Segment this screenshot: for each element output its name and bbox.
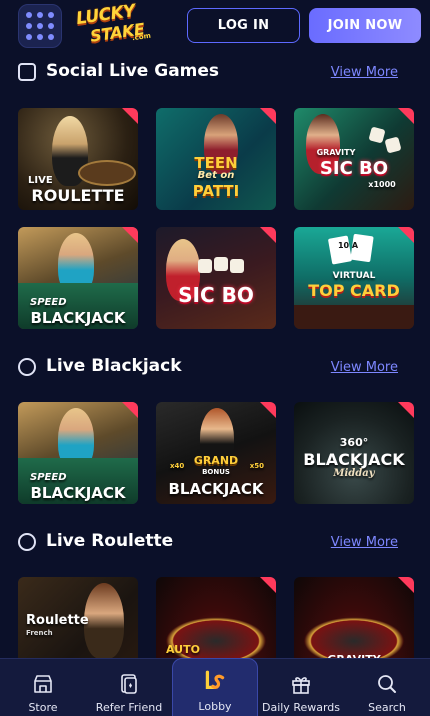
menu-dot bbox=[26, 34, 32, 40]
nav-label: Search bbox=[368, 701, 406, 714]
top-header: LUCKY STAKE .com LOG IN JOIN NOW bbox=[0, 0, 430, 50]
section-title: Social Live Games bbox=[46, 61, 220, 81]
live-badge bbox=[398, 108, 414, 124]
game-label-main: PATTI bbox=[192, 182, 240, 200]
game-label-main: BLACKJACK bbox=[168, 480, 264, 498]
game-label-small: VIRTUAL bbox=[332, 271, 376, 281]
game-tile-speed-blackjack[interactable]: SPEED BLACKJACK bbox=[18, 227, 138, 329]
menu-grid-button[interactable] bbox=[18, 4, 62, 48]
nav-item-refer-friend[interactable]: Refer Friend bbox=[86, 659, 172, 716]
view-more-link[interactable]: View More bbox=[331, 65, 398, 80]
view-more-link[interactable]: View More bbox=[331, 535, 398, 550]
section-title: Live Roulette bbox=[46, 531, 174, 551]
nav-item-daily-rewards[interactable]: Daily Rewards bbox=[258, 659, 344, 716]
menu-dot bbox=[37, 12, 43, 18]
card-values-label: 10 A bbox=[337, 241, 359, 250]
live-badge bbox=[122, 108, 138, 124]
login-button[interactable]: LOG IN bbox=[187, 8, 300, 43]
game-tile-virtual-top-card[interactable]: 10 A VIRTUAL TOP CARD bbox=[294, 227, 414, 329]
game-tile-360-blackjack-midday[interactable]: 360° BLACKJACK Midday bbox=[294, 402, 414, 504]
refer-friend-icon bbox=[121, 674, 137, 694]
game-label-small: LIVE bbox=[28, 175, 53, 186]
game-tile-live-roulette[interactable]: LIVE ROULETTE bbox=[18, 108, 138, 210]
game-label-main: BLACKJACK bbox=[303, 450, 405, 469]
dice-graphic bbox=[368, 126, 386, 144]
game-label-main: BLACKJACK bbox=[30, 309, 126, 327]
nav-item-search[interactable]: Search bbox=[344, 659, 430, 716]
game-label-main: Roulette bbox=[26, 613, 89, 628]
nav-item-lobby[interactable]: Lobby bbox=[172, 658, 258, 716]
cards-icon bbox=[18, 63, 36, 81]
game-label-main: SIC BO bbox=[319, 158, 389, 179]
game-label-bonus: BONUS bbox=[202, 468, 230, 476]
live-badge bbox=[260, 108, 276, 124]
game-label-main: SIC BO bbox=[178, 283, 254, 307]
game-label-small: GRAVITY bbox=[316, 148, 356, 157]
menu-dot bbox=[26, 12, 32, 18]
game-label-small: GRAND bbox=[193, 454, 239, 467]
live-badge bbox=[398, 402, 414, 418]
plus-circle-icon bbox=[18, 533, 36, 551]
game-label-sub: Midday bbox=[333, 468, 375, 479]
bottom-navigation: Store Refer Friend Lobby Daily Rewards S… bbox=[0, 658, 430, 716]
gift-icon bbox=[292, 677, 310, 694]
table-edge-graphic bbox=[294, 305, 414, 329]
menu-dot bbox=[48, 34, 54, 40]
dice-graphic bbox=[214, 257, 228, 271]
game-label-main: BLACKJACK bbox=[30, 484, 126, 502]
view-more-link[interactable]: View More bbox=[331, 360, 398, 375]
nav-item-store[interactable]: Store bbox=[0, 659, 86, 716]
menu-dot bbox=[26, 23, 32, 29]
lobby-logo-icon bbox=[205, 670, 225, 690]
game-tile-gravity-sic-bo[interactable]: GRAVITY SIC BO x1000 bbox=[294, 108, 414, 210]
live-badge bbox=[122, 227, 138, 243]
nav-label: Store bbox=[28, 701, 58, 714]
menu-dot bbox=[37, 23, 43, 29]
section-header-social-live-games: Social Live Games View More bbox=[18, 61, 398, 85]
game-tile-speed-blackjack[interactable]: SPEED BLACKJACK bbox=[18, 402, 138, 504]
game-label-main: ROULETTE bbox=[31, 186, 125, 205]
game-tile-grand-bonus-blackjack[interactable]: x40 x50 GRAND BONUS BLACKJACK bbox=[156, 402, 276, 504]
spade-icon bbox=[18, 358, 36, 376]
lucky-stake-logo[interactable]: LUCKY STAKE .com bbox=[70, 1, 160, 50]
playing-card-graphic bbox=[327, 235, 353, 265]
section-header-live-roulette: Live Roulette View More bbox=[18, 531, 398, 555]
menu-dot bbox=[48, 12, 54, 18]
join-now-button[interactable]: JOIN NOW bbox=[309, 8, 421, 43]
search-icon bbox=[378, 675, 396, 693]
section-header-live-blackjack: Live Blackjack View More bbox=[18, 356, 398, 380]
store-icon bbox=[34, 675, 52, 693]
menu-dot bbox=[48, 23, 54, 29]
game-label-sub: French bbox=[26, 629, 53, 637]
live-badge bbox=[260, 227, 276, 243]
section-title: Live Blackjack bbox=[46, 356, 182, 376]
live-badge bbox=[260, 577, 276, 593]
nav-label: Refer Friend bbox=[95, 701, 163, 714]
live-badge bbox=[260, 402, 276, 418]
game-label-sub: Bet on bbox=[197, 170, 235, 181]
nav-label: Daily Rewards bbox=[261, 701, 341, 714]
game-label-small: 360° bbox=[339, 436, 369, 449]
dice-graphic bbox=[198, 259, 212, 273]
live-badge bbox=[122, 402, 138, 418]
game-tile-teen-patti[interactable]: TEEN Bet on PATTI bbox=[156, 108, 276, 210]
live-badge bbox=[398, 577, 414, 593]
dice-graphic bbox=[230, 259, 244, 273]
game-tile-sic-bo[interactable]: SIC BO bbox=[156, 227, 276, 329]
game-label-small: AUTO bbox=[166, 643, 200, 656]
menu-dot bbox=[37, 34, 43, 40]
nav-label: Lobby bbox=[198, 700, 232, 713]
logo-text-suffix: .com bbox=[131, 31, 152, 43]
game-label-multiplier: x1000 bbox=[368, 180, 396, 189]
live-badge bbox=[398, 227, 414, 243]
game-label-small: SPEED bbox=[30, 472, 67, 483]
game-label-small: SPEED bbox=[30, 297, 67, 308]
game-label-main: TOP CARD bbox=[308, 281, 400, 300]
